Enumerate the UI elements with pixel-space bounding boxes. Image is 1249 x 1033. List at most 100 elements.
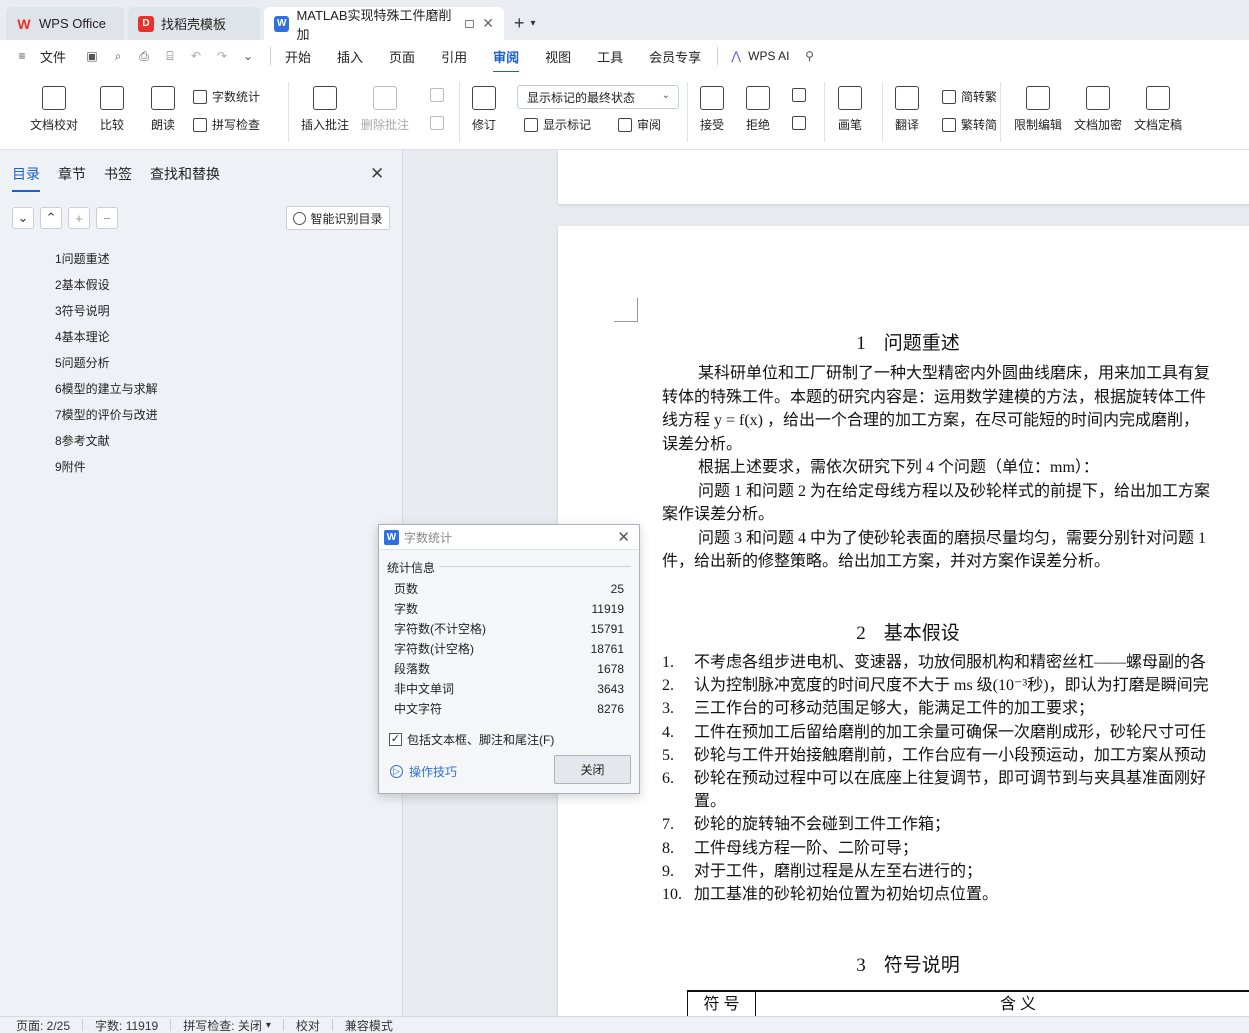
- dialog-titlebar[interactable]: W 字数统计 ✕: [379, 525, 639, 550]
- pen-button[interactable]: 画笔: [838, 86, 862, 133]
- wps-ai-icon[interactable]: ⋀: [728, 48, 744, 64]
- chevron-down-icon[interactable]: ⌄: [240, 48, 256, 64]
- add-heading-button[interactable]: +: [68, 207, 90, 229]
- doc-check-button[interactable]: 文档校对: [30, 86, 78, 133]
- toc-item[interactable]: 8参考文献: [55, 432, 158, 458]
- to-simplified-label: 繁转简: [961, 118, 998, 132]
- reject-button[interactable]: 拒绝: [746, 86, 770, 133]
- export-icon[interactable]: ⌕: [110, 48, 126, 64]
- divider: [282, 1019, 284, 1031]
- close-button[interactable]: 关闭: [554, 755, 631, 784]
- toc-item[interactable]: 4基本理论: [55, 328, 158, 354]
- tab-chapters[interactable]: 章节: [58, 164, 86, 184]
- list-item: 4. 工件在预加工后留给磨削的加工余量可确保一次磨削成形，砂轮尺寸可任: [662, 723, 1207, 741]
- menu-member[interactable]: 会员专享: [649, 47, 701, 66]
- restrict-edit-label: 限制编辑: [1014, 118, 1063, 132]
- save-icon[interactable]: ▣: [84, 48, 100, 64]
- redo-icon[interactable]: ↷: [214, 48, 230, 64]
- tab-toc[interactable]: 目录: [12, 164, 40, 192]
- page-indicator[interactable]: 页面: 2/25: [16, 1017, 70, 1033]
- tab-template[interactable]: D 找稻壳模板: [128, 7, 260, 40]
- compare-label: 比较: [100, 118, 125, 132]
- insert-comment-button[interactable]: 插入批注: [301, 86, 349, 133]
- to-traditional-button[interactable]: 简转繁: [942, 88, 997, 105]
- finalize-button[interactable]: 文档定稿: [1134, 86, 1182, 133]
- toc-item[interactable]: 5问题分析: [55, 354, 158, 380]
- stat-row: 字符数(不计空格) 15791: [394, 622, 624, 636]
- undo-icon[interactable]: ↶: [188, 48, 204, 64]
- menu-review[interactable]: 审阅: [493, 47, 520, 73]
- checkmark-icon[interactable]: ✓: [389, 733, 402, 746]
- toc-item[interactable]: 2基本假设: [55, 276, 158, 302]
- close-icon[interactable]: ✕: [617, 528, 630, 546]
- close-icon[interactable]: ✕: [370, 164, 384, 184]
- spell-check-button[interactable]: 拼写检查: [193, 116, 260, 133]
- menu-file[interactable]: 文件: [40, 47, 66, 66]
- menu-tools[interactable]: 工具: [597, 47, 623, 66]
- next-comment-button[interactable]: [430, 116, 449, 130]
- search-icon[interactable]: ⚲: [801, 48, 817, 64]
- menu-insert[interactable]: 插入: [337, 47, 363, 66]
- tab-wps-office[interactable]: W WPS Office: [6, 7, 124, 40]
- toc-item[interactable]: 1问题重述: [55, 250, 158, 276]
- accept-button[interactable]: 接受: [700, 86, 724, 133]
- toc-item[interactable]: 3符号说明: [55, 302, 158, 328]
- proofread-indicator[interactable]: 校对: [296, 1017, 320, 1033]
- word-count-indicator[interactable]: 字数: 11919: [95, 1017, 158, 1033]
- chevron-down-icon[interactable]: ▾: [266, 1020, 271, 1031]
- tab-bookmarks[interactable]: 书签: [104, 164, 132, 184]
- prev-change-button[interactable]: [792, 88, 811, 102]
- tips-link[interactable]: ▷ 操作技巧: [390, 763, 457, 780]
- word-count-button[interactable]: 字数统计: [193, 88, 260, 105]
- collapse-button[interactable]: ⌃: [40, 207, 62, 229]
- menu-home[interactable]: 开始: [285, 47, 311, 66]
- toc-item[interactable]: 6模型的建立与求解: [55, 380, 158, 406]
- encrypt-button[interactable]: 文档加密: [1074, 86, 1122, 133]
- close-icon[interactable]: ✕: [482, 15, 494, 32]
- divider: [824, 82, 825, 142]
- remove-heading-button[interactable]: −: [96, 207, 118, 229]
- list-item: 2. 认为控制脉冲宽度的时间尺度不大于 ms 级(10⁻³秒)，即认为打磨是瞬间完: [662, 677, 1209, 695]
- next-change-button[interactable]: [792, 116, 811, 130]
- monitor-icon[interactable]: [464, 19, 475, 28]
- review-pane-button[interactable]: 审阅: [618, 116, 661, 133]
- spell-check-icon: [193, 117, 207, 132]
- show-markup-button[interactable]: 显示标记: [524, 116, 591, 133]
- heading-3: 3 符号说明: [558, 950, 1249, 977]
- chevron-down-icon[interactable]: ▾: [531, 18, 536, 29]
- read-aloud-button[interactable]: 朗读: [151, 86, 175, 133]
- heading-number: 2: [856, 623, 866, 644]
- hamburger-icon[interactable]: ≡: [14, 48, 30, 64]
- menu-wps-ai[interactable]: WPS AI: [748, 49, 789, 63]
- spell-check-indicator[interactable]: 拼写检查: 关闭: [183, 1017, 262, 1033]
- track-changes-button[interactable]: 修订: [472, 86, 496, 133]
- markup-state-select[interactable]: 显示标记的最终状态 ⌄: [517, 85, 679, 109]
- menu-references[interactable]: 引用: [441, 47, 467, 66]
- smart-toc-label: 智能识别目录: [310, 211, 383, 226]
- to-traditional-label: 简转繁: [961, 90, 998, 104]
- translate-button[interactable]: 翻译: [895, 86, 919, 133]
- restrict-edit-button[interactable]: 限制编辑: [1014, 86, 1062, 133]
- compare-button[interactable]: 比较: [100, 86, 124, 133]
- smart-toc-button[interactable]: 智能识别目录: [286, 206, 390, 230]
- document-page[interactable]: 1 问题重述 某科研单位和工厂研制了一种大型精密内外圆曲线磨床，用来加工具有复 转…: [558, 226, 1249, 1016]
- print-preview-icon[interactable]: ⌸: [162, 48, 178, 64]
- divider: [270, 47, 272, 65]
- delete-comment-button[interactable]: 删除批注: [361, 86, 409, 133]
- divider: [288, 82, 289, 142]
- to-simplified-button[interactable]: 繁转简: [942, 116, 997, 133]
- print-icon[interactable]: ⎙: [136, 48, 152, 64]
- prev-comment-button[interactable]: [430, 88, 449, 102]
- new-tab-button[interactable]: + ▾: [514, 7, 536, 40]
- include-textbox-checkbox[interactable]: ✓ 包括文本框、脚注和尾注(F): [389, 731, 554, 748]
- menu-view[interactable]: 视图: [545, 47, 571, 66]
- expand-button[interactable]: ⌄: [12, 207, 34, 229]
- toc-item[interactable]: 9附件: [55, 458, 158, 484]
- stat-row: 字符数(计空格) 18761: [394, 642, 624, 656]
- menu-page[interactable]: 页面: [389, 47, 415, 66]
- tab-find-replace[interactable]: 查找和替换: [150, 164, 220, 184]
- reject-icon: [746, 86, 770, 110]
- tab-document[interactable]: W MATLAB实现特殊工件磨削加 ✕: [264, 7, 504, 42]
- pen-label: 画笔: [838, 118, 863, 132]
- toc-item[interactable]: 7模型的评价与改进: [55, 406, 158, 432]
